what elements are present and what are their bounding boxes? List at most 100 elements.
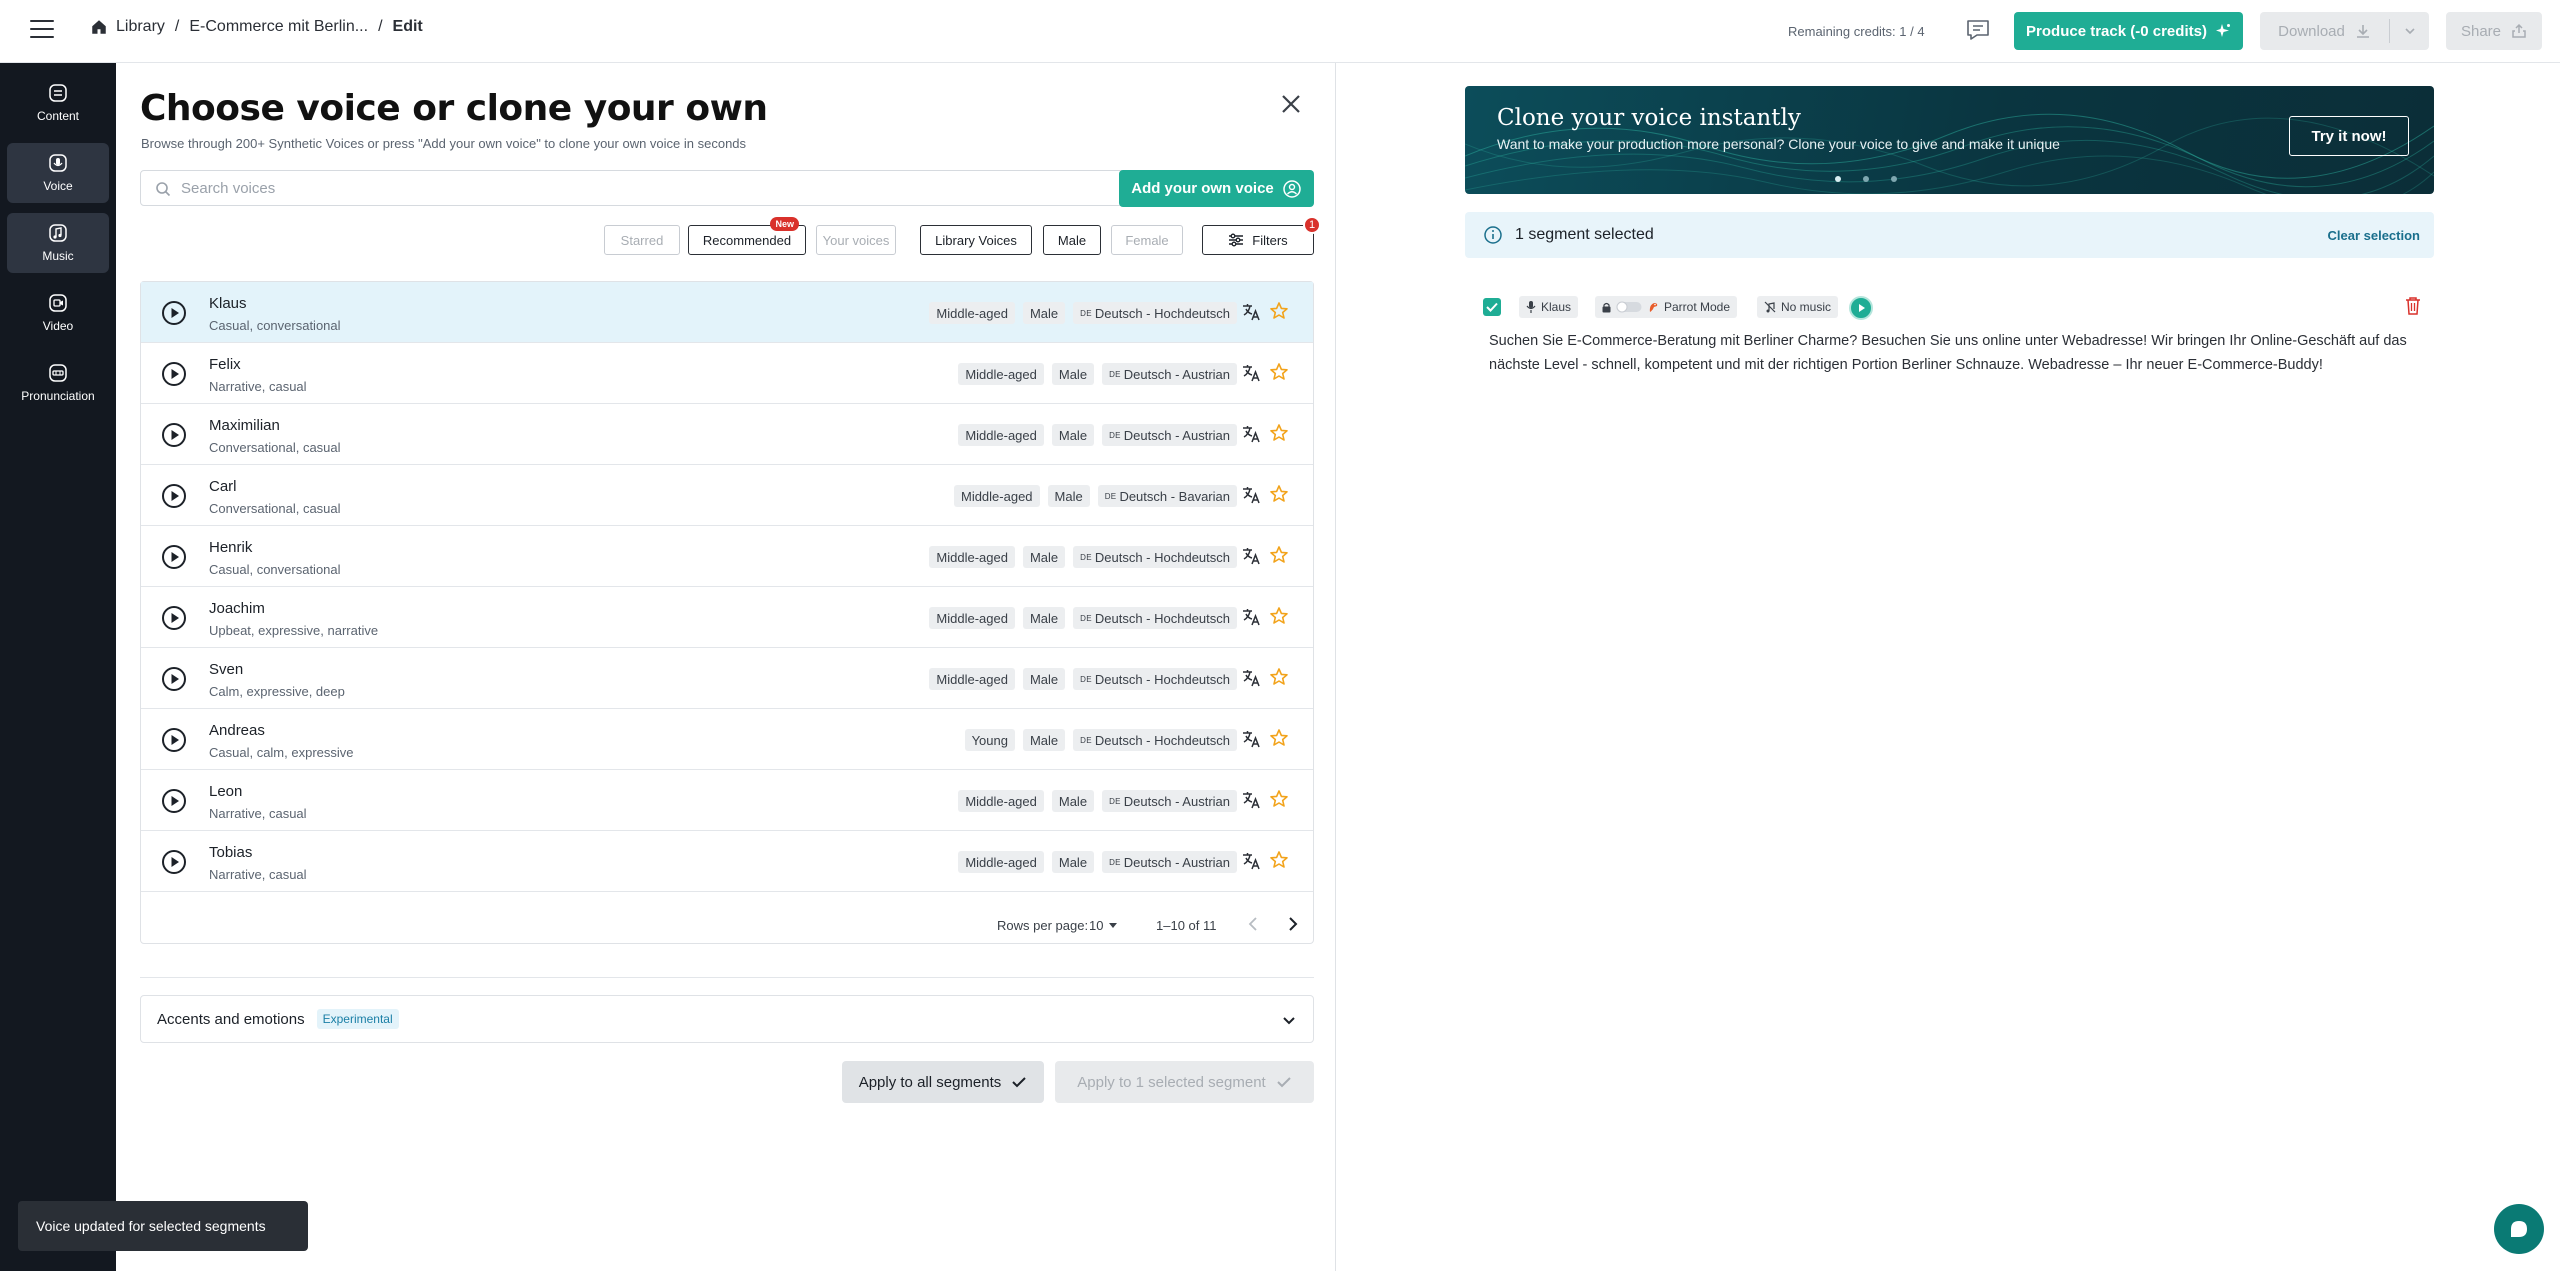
gender-tag: Male (1022, 668, 1066, 690)
segment-text[interactable]: Suchen Sie E-Commerce-Beratung mit Berli… (1489, 329, 2419, 377)
voice-row[interactable]: Felix Narrative, casual Middle-aged Male… (141, 343, 1313, 404)
voice-name: Joachim (209, 600, 265, 617)
menu-icon[interactable] (30, 20, 54, 40)
voice-row[interactable]: Carl Conversational, casual Middle-aged … (141, 465, 1313, 526)
parrot-mode-toggle[interactable]: Parrot Mode (1595, 296, 1738, 318)
language-label: Deutsch - Austrian (1123, 854, 1230, 870)
star-icon[interactable] (1269, 545, 1289, 565)
segment-voice-chip[interactable]: Klaus (1519, 296, 1579, 318)
nav-item-pronunciation[interactable]: Pronunciation (7, 353, 109, 413)
nav-item-music[interactable]: Music (7, 213, 109, 273)
translate-icon (1243, 609, 1260, 626)
no-music-icon (1764, 301, 1776, 313)
translate-icon (1243, 548, 1260, 565)
play-icon[interactable] (161, 849, 187, 875)
voice-panel: Choose voice or clone your own Browse th… (116, 63, 1336, 1271)
language-code: DE (1109, 857, 1121, 867)
home-icon[interactable] (90, 18, 108, 36)
star-icon[interactable] (1269, 728, 1289, 748)
pronunciation-icon (49, 364, 67, 382)
filter-label: Your voices (822, 232, 890, 248)
voice-row[interactable]: Tobias Narrative, casual Middle-aged Mal… (141, 831, 1313, 892)
clear-selection-link[interactable]: Clear selection (2328, 228, 2421, 243)
filter-your-voices[interactable]: Your voices (816, 225, 896, 255)
voice-row[interactable]: Klaus Casual, conversational Middle-aged… (141, 282, 1313, 343)
voice-row[interactable]: Sven Calm, expressive, deep Middle-aged … (141, 648, 1313, 709)
download-button[interactable]: Download (2260, 12, 2429, 50)
produce-track-button[interactable]: Produce track (-0 credits) (2014, 12, 2243, 50)
star-icon[interactable] (1269, 667, 1289, 687)
carousel-dot[interactable] (1891, 176, 1897, 182)
star-icon[interactable] (1269, 423, 1289, 443)
filters-button[interactable]: Filters 1 (1202, 216, 1321, 255)
play-icon[interactable] (161, 605, 187, 631)
carousel-dot[interactable] (1863, 176, 1869, 182)
star-icon[interactable] (1269, 789, 1289, 809)
voice-tags: Young Male DE Deutsch - Hochdeutsch (964, 729, 1237, 751)
play-icon[interactable] (161, 422, 187, 448)
language-tag: DE Deutsch - Austrian (1102, 851, 1237, 873)
produce-track-label: Produce track (-0 credits) (2026, 22, 2207, 40)
voice-row[interactable]: Leon Narrative, casual Middle-aged Male … (141, 770, 1313, 831)
filter-female[interactable]: Female (1111, 225, 1183, 255)
segment-checkbox[interactable] (1483, 298, 1501, 316)
rows-per-page-select[interactable]: 10 (1089, 918, 1118, 933)
translate-icon (1243, 426, 1260, 443)
voice-row[interactable]: Henrik Casual, conversational Middle-age… (141, 526, 1313, 587)
play-icon[interactable] (161, 483, 187, 509)
star-icon[interactable] (1269, 850, 1289, 870)
apply-to-selected-button[interactable]: Apply to 1 selected segment (1055, 1061, 1314, 1103)
voice-row[interactable]: Joachim Upbeat, expressive, narrative Mi… (141, 587, 1313, 648)
check-icon (1277, 1077, 1291, 1088)
filter-recommended[interactable]: Recommended New (688, 217, 806, 255)
language-label: Deutsch - Austrian (1123, 427, 1230, 443)
play-icon[interactable] (161, 666, 187, 692)
play-icon[interactable] (161, 788, 187, 814)
filter-male[interactable]: Male (1043, 225, 1101, 255)
voice-name: Leon (209, 783, 243, 800)
filter-starred[interactable]: Starred (604, 225, 680, 255)
play-icon[interactable] (161, 727, 187, 753)
segment-music-chip[interactable]: No music (1757, 296, 1839, 318)
add-own-voice-button[interactable]: Add your own voice (1119, 170, 1314, 207)
download-main[interactable]: Download (2260, 19, 2390, 43)
share-button[interactable]: Share (2446, 12, 2542, 50)
apply-to-all-button[interactable]: Apply to all segments (842, 1061, 1044, 1103)
star-icon[interactable] (1269, 301, 1289, 321)
new-badge: New (770, 217, 799, 231)
close-icon[interactable] (1280, 93, 1302, 115)
language-tag: DE Deutsch - Hochdeutsch (1073, 607, 1237, 629)
carousel-dot[interactable] (1835, 176, 1841, 182)
comment-icon[interactable] (1965, 18, 1991, 42)
nav-item-video[interactable]: Video (7, 283, 109, 343)
play-icon[interactable] (161, 300, 187, 326)
chevron-left-icon[interactable] (1245, 915, 1263, 933)
play-icon[interactable] (161, 544, 187, 570)
language-code: DE (1104, 491, 1117, 501)
trash-icon[interactable] (2404, 296, 2422, 316)
try-it-now-button[interactable]: Try it now! (2289, 116, 2409, 156)
chevron-right-icon[interactable] (1283, 915, 1301, 933)
language-code: DE (1109, 369, 1121, 379)
play-icon[interactable] (161, 361, 187, 387)
voice-row[interactable]: Maximilian Conversational, casual Middle… (141, 404, 1313, 465)
filter-label: Recommended (702, 232, 792, 248)
nav-item-content[interactable]: Content (7, 73, 109, 133)
search-input[interactable] (181, 179, 1125, 197)
accents-title: Accents and emotions (157, 1010, 305, 1028)
breadcrumb-project[interactable]: E-Commerce mit Berlin... (189, 18, 368, 36)
segment-play-avatar[interactable] (1849, 296, 1873, 320)
language-tag: DE Deutsch - Austrian (1102, 424, 1237, 446)
toggle-switch[interactable] (1616, 301, 1642, 313)
chat-support-button[interactable] (2494, 1204, 2544, 1254)
star-icon[interactable] (1269, 362, 1289, 382)
filter-library-voices[interactable]: Library Voices (920, 225, 1032, 255)
breadcrumb-library[interactable]: Library (116, 18, 165, 36)
accents-emotions-section[interactable]: Accents and emotions Experimental (140, 995, 1314, 1043)
voice-row[interactable]: Andreas Casual, calm, expressive Young M… (141, 709, 1313, 770)
star-icon[interactable] (1269, 606, 1289, 626)
chat-icon (2511, 1221, 2527, 1237)
download-options[interactable] (2390, 25, 2429, 37)
star-icon[interactable] (1269, 484, 1289, 504)
nav-item-voice[interactable]: Voice (7, 143, 109, 203)
